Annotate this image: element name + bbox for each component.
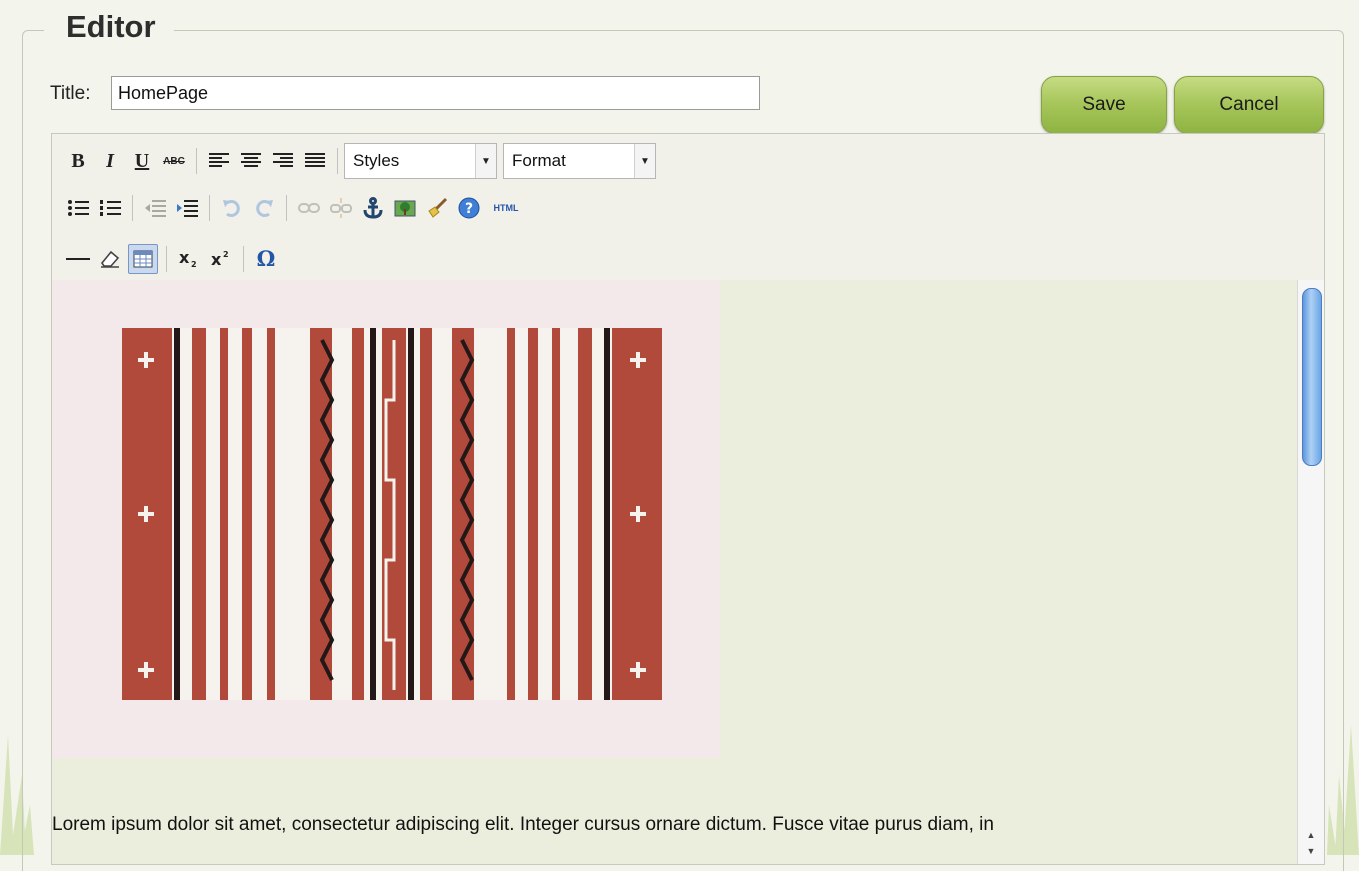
strikethrough-icon[interactable]: ABC xyxy=(160,147,188,175)
toolbar-separator xyxy=(243,246,244,272)
align-justify-icon[interactable] xyxy=(301,147,329,175)
scroll-down-icon[interactable]: ▼ xyxy=(1298,844,1324,858)
svg-text:?: ? xyxy=(465,201,473,217)
outdent-icon[interactable] xyxy=(141,194,169,222)
svg-text:2: 2 xyxy=(191,260,197,269)
redo-icon[interactable] xyxy=(250,194,278,222)
scroll-up-icon[interactable]: ▲ xyxy=(1298,828,1324,842)
title-input[interactable] xyxy=(111,76,760,110)
scrollbar-thumb[interactable] xyxy=(1302,288,1322,466)
format-select-value: Format xyxy=(512,151,566,170)
save-button[interactable]: Save xyxy=(1041,76,1167,134)
cleanup-icon[interactable] xyxy=(423,194,451,222)
bold-icon[interactable]: B xyxy=(64,147,92,175)
svg-text:Ω: Ω xyxy=(257,249,276,269)
link-icon[interactable] xyxy=(295,194,323,222)
svg-text:2: 2 xyxy=(223,250,229,259)
toolbar-separator xyxy=(337,148,338,174)
omega-icon[interactable]: Ω xyxy=(252,245,280,273)
horizontal-rule-icon[interactable] xyxy=(64,245,92,273)
editor-toolbar: B I U ABC Styles ▼ Format ▼ ? HTML x 2 x… xyxy=(52,134,1324,280)
help-icon[interactable]: ? xyxy=(455,194,483,222)
undo-icon[interactable] xyxy=(218,194,246,222)
rich-text-editor: B I U ABC Styles ▼ Format ▼ ? HTML x 2 x… xyxy=(51,133,1325,865)
styles-select[interactable]: Styles ▼ xyxy=(344,143,497,179)
numbered-list-icon[interactable] xyxy=(96,194,124,222)
svg-text:x: x xyxy=(179,249,190,267)
align-right-icon[interactable] xyxy=(269,147,297,175)
anchor-icon[interactable] xyxy=(359,194,387,222)
chevron-down-icon[interactable]: ▼ xyxy=(475,144,496,178)
editor-scrollbar[interactable]: ▲ ▼ xyxy=(1297,280,1324,864)
content-paragraph[interactable]: Lorem ipsum dolor sit amet, consectetur … xyxy=(52,814,994,836)
superscript-icon[interactable]: x2 xyxy=(207,245,235,273)
image-icon[interactable] xyxy=(391,194,419,222)
toolbar-separator xyxy=(166,246,167,272)
title-label: Title: xyxy=(50,83,91,104)
align-left-icon[interactable] xyxy=(205,147,233,175)
page-title: Editor xyxy=(44,8,174,46)
unlink-icon[interactable] xyxy=(327,194,355,222)
rug-image[interactable] xyxy=(52,280,720,758)
toolbar-separator xyxy=(209,195,210,221)
svg-text:x: x xyxy=(211,250,222,269)
toolbar-separator xyxy=(196,148,197,174)
format-select[interactable]: Format ▼ xyxy=(503,143,656,179)
editor-content[interactable]: Lorem ipsum dolor sit amet, consectetur … xyxy=(52,280,1298,864)
styles-select-value: Styles xyxy=(353,151,400,170)
html-label: HTML xyxy=(493,203,519,213)
align-center-icon[interactable] xyxy=(237,147,265,175)
html-icon[interactable]: HTML xyxy=(487,194,525,222)
table-icon[interactable] xyxy=(128,244,158,274)
chevron-down-icon[interactable]: ▼ xyxy=(634,144,655,178)
underline-icon[interactable]: U xyxy=(128,147,156,175)
subscript-icon[interactable]: x2 xyxy=(175,245,203,273)
eraser-icon[interactable] xyxy=(96,245,124,273)
cancel-button[interactable]: Cancel xyxy=(1174,76,1324,134)
italic-icon[interactable]: I xyxy=(96,147,124,175)
toolbar-separator xyxy=(132,195,133,221)
indent-icon[interactable] xyxy=(173,194,201,222)
bullet-list-icon[interactable] xyxy=(64,194,92,222)
toolbar-separator xyxy=(286,195,287,221)
